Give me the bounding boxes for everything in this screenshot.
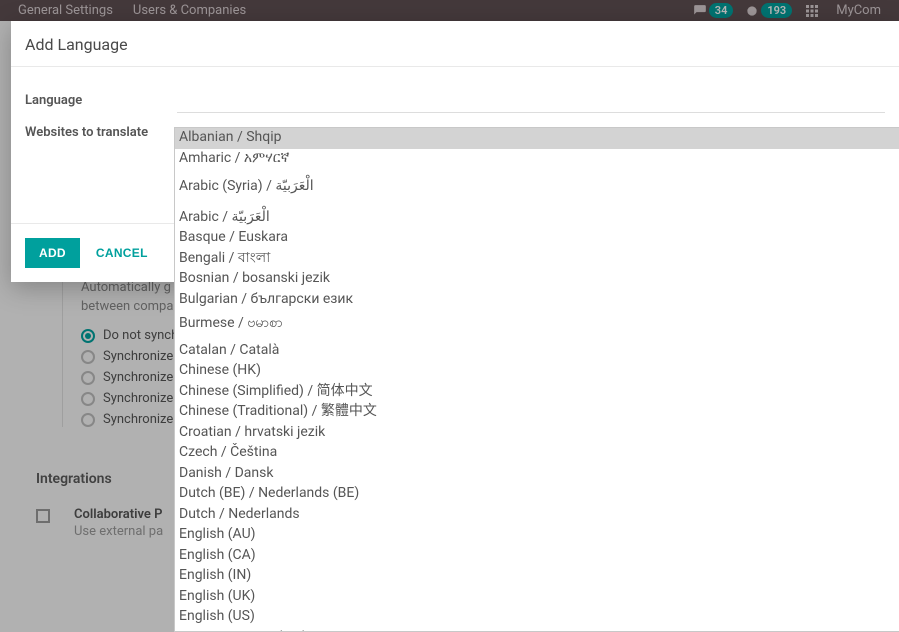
language-option[interactable]: English (AU) bbox=[175, 525, 899, 546]
language-option[interactable]: Danish / Dansk bbox=[175, 464, 899, 485]
language-option[interactable]: Chinese (HK) bbox=[175, 361, 899, 382]
language-option[interactable]: Bosnian / bosanski jezik bbox=[175, 269, 899, 290]
language-option[interactable]: English (UK) bbox=[175, 587, 899, 608]
language-option[interactable]: Dutch / Nederlands bbox=[175, 505, 899, 526]
cancel-button[interactable]: CANCEL bbox=[96, 246, 148, 260]
language-option[interactable]: Bulgarian / български език bbox=[175, 290, 899, 311]
language-dropdown[interactable]: Albanian / ShqipAmharic / አምሃርኛ Arabic (S… bbox=[174, 127, 899, 632]
language-input[interactable] bbox=[177, 93, 885, 113]
language-option[interactable]: English (CA) bbox=[175, 546, 899, 567]
add-button[interactable]: ADD bbox=[25, 238, 80, 268]
language-option[interactable]: English (IN) bbox=[175, 566, 899, 587]
language-option[interactable]: English (US) bbox=[175, 607, 899, 628]
language-option[interactable]: Albanian / Shqip bbox=[175, 128, 899, 149]
language-option[interactable]: Burmese / ဗမာစာ bbox=[175, 314, 899, 335]
language-option[interactable]: Bengali / বাংলা bbox=[175, 249, 899, 270]
language-option[interactable]: Arabic / الْعَرَبيّة bbox=[175, 208, 899, 229]
language-option[interactable]: Croatian / hrvatski jezik bbox=[175, 423, 899, 444]
language-option[interactable]: Catalan / Català bbox=[175, 341, 899, 362]
language-option[interactable]: Chinese (Traditional) / 繁體中文 bbox=[175, 402, 899, 423]
modal-title: Add Language bbox=[11, 21, 899, 66]
label-language: Language bbox=[25, 93, 177, 113]
language-option[interactable]: Estonian / Eesti keel bbox=[175, 628, 899, 632]
language-option[interactable]: Chinese (Simplified) / 简体中文 bbox=[175, 382, 899, 403]
language-option[interactable]: Czech / Čeština bbox=[175, 443, 899, 464]
language-option[interactable]: Dutch (BE) / Nederlands (BE) bbox=[175, 484, 899, 505]
language-option[interactable]: Amharic / አምሃርኛ bbox=[175, 149, 899, 170]
label-websites: Websites to translate bbox=[25, 125, 177, 145]
language-option[interactable]: Basque / Euskara bbox=[175, 228, 899, 249]
language-option[interactable]: Arabic (Syria) / الْعَرَبيّة bbox=[175, 177, 899, 198]
